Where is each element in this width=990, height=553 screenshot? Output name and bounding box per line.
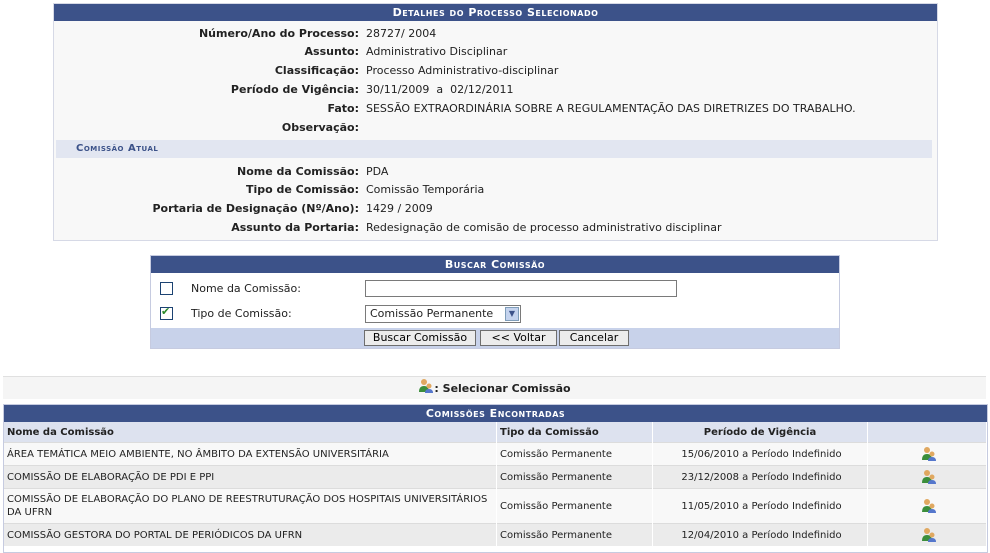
column-header-periodo: Período de Vigência: [652, 422, 868, 443]
nome-comissao-checkbox[interactable]: [160, 282, 173, 295]
cell-tipo: Comissão Permanente: [496, 523, 653, 546]
cell-nome: COMISSÃO DE ELABORAÇÃO DO PLANO DE REEST…: [4, 488, 497, 524]
cell-action: [867, 442, 987, 466]
cell-periodo: 11/05/2010 a Período Indefinido: [652, 488, 868, 524]
select-commission-icon[interactable]: [921, 445, 937, 464]
nome-comissao-input[interactable]: [365, 280, 677, 297]
commission-row-assunto-portaria: Assunto da Portaria: Redesignação de com…: [54, 219, 937, 237]
table-row: COMISSÃO DE ELABORAÇÃO DO PLANO DE REEST…: [4, 488, 987, 524]
detail-label: Período de Vigência:: [230, 83, 359, 96]
search-title: Buscar Comissão: [151, 256, 839, 273]
results-table-panel: Comissões Encontradas Nome da Comissão T…: [3, 404, 988, 553]
cell-nome: ÁREA TEMÁTICA MEIO AMBIENTE, NO ÂMBITO D…: [4, 442, 497, 466]
detail-value: 28727/ 2004: [366, 27, 437, 40]
nome-comissao-label: Nome da Comissão:: [191, 282, 301, 295]
tipo-comissao-label: Tipo de Comissão:: [191, 307, 292, 320]
select-commission-icon: [418, 377, 434, 401]
detail-label: Tipo de Comissão:: [245, 183, 359, 196]
detail-row-numero: Número/Ano do Processo: 28727/ 2004: [54, 25, 937, 43]
column-header-tipo: Tipo da Comissão: [496, 422, 653, 443]
table-header-row: Nome da Comissão Tipo da Comissão Períod…: [4, 422, 987, 443]
cell-tipo: Comissão Permanente: [496, 465, 653, 489]
detail-value: Processo Administrativo-disciplinar: [366, 64, 559, 77]
chevron-down-icon[interactable]: ▼: [505, 307, 519, 321]
detail-value: PDA: [366, 165, 389, 178]
results-table: Nome da Comissão Tipo da Comissão Períod…: [4, 422, 987, 546]
cell-periodo: 23/12/2008 a Período Indefinido: [652, 465, 868, 489]
cell-action: [867, 488, 987, 524]
buscar-comissao-button[interactable]: Buscar Comissão: [364, 330, 476, 346]
detail-row-periodo: Período de Vigência: 30/11/2009 a 02/12/…: [54, 81, 937, 99]
select-commission-icon[interactable]: [921, 497, 937, 516]
detail-value: 1429 / 2009: [366, 202, 433, 215]
tipo-comissao-select[interactable]: Comissão Permanente ▼: [365, 305, 521, 323]
cell-action: [867, 465, 987, 489]
commission-row-portaria: Portaria de Designação (Nº/Ano): 1429 / …: [54, 200, 937, 218]
column-header-nome: Nome da Comissão: [4, 422, 497, 443]
cell-periodo: 12/04/2010 a Período Indefinido: [652, 523, 868, 546]
detail-row-fato: Fato: SESSÃO EXTRAORDINÁRIA SOBRE A REGU…: [54, 100, 937, 118]
process-details-panel: Detalhes do Processo Selecionado Número/…: [53, 3, 938, 241]
detail-row-observacao: Observação:: [54, 119, 937, 137]
cell-periodo: 15/06/2010 a Período Indefinido: [652, 442, 868, 466]
detail-label: Classificação:: [274, 64, 359, 77]
select-commission-icon[interactable]: [921, 468, 937, 487]
select-commission-icon[interactable]: [921, 526, 937, 545]
current-commission-section-title: Comissão Atual: [56, 140, 932, 158]
detail-label: Nome da Comissão:: [237, 165, 359, 178]
search-button-bar: Buscar Comissão << Voltar Cancelar: [151, 328, 839, 348]
cell-nome: COMISSÃO GESTORA DO PORTAL DE PERIÓDICOS…: [4, 523, 497, 546]
table-row: ÁREA TEMÁTICA MEIO AMBIENTE, NO ÂMBITO D…: [4, 442, 987, 466]
commission-row-nome: Nome da Comissão: PDA: [54, 163, 937, 181]
cell-tipo: Comissão Permanente: [496, 488, 653, 524]
legend-bar: : Selecionar Comissão: [3, 376, 986, 399]
cell-action: [867, 523, 987, 546]
tipo-comissao-selected: Comissão Permanente: [370, 307, 494, 320]
detail-label: Número/Ano do Processo:: [198, 27, 359, 40]
legend-text: : Selecionar Comissão: [434, 382, 571, 395]
detail-row-classificacao: Classificação: Processo Administrativo-d…: [54, 62, 937, 80]
detail-value: Redesignação de comisão de processo admi…: [366, 221, 722, 234]
voltar-button[interactable]: << Voltar: [480, 330, 557, 346]
cell-tipo: Comissão Permanente: [496, 442, 653, 466]
cell-nome: COMISSÃO DE ELABORAÇÃO DE PDI E PPI: [4, 465, 497, 489]
table-row: COMISSÃO DE ELABORAÇÃO DE PDI E PPI Comi…: [4, 465, 987, 489]
cancelar-button[interactable]: Cancelar: [559, 330, 629, 346]
search-commission-form: Buscar Comissão Nome da Comissão: Tipo d…: [150, 255, 840, 349]
commission-row-tipo: Tipo de Comissão: Comissão Temporária: [54, 181, 937, 199]
detail-label: Fato:: [327, 102, 359, 115]
detail-value: SESSÃO EXTRAORDINÁRIA SOBRE A REGULAMENT…: [366, 102, 856, 115]
table-row: COMISSÃO GESTORA DO PORTAL DE PERIÓDICOS…: [4, 523, 987, 546]
detail-label: Observação:: [281, 121, 359, 134]
detail-value: 30/11/2009 a 02/12/2011: [366, 83, 514, 96]
details-title: Detalhes do Processo Selecionado: [54, 4, 937, 21]
tipo-comissao-checkbox[interactable]: [160, 305, 173, 320]
results-title: Comissões Encontradas: [4, 405, 987, 422]
detail-value: Comissão Temporária: [366, 183, 485, 196]
detail-label: Portaria de Designação (Nº/Ano):: [152, 202, 360, 215]
detail-row-assunto: Assunto: Administrativo Disciplinar: [54, 43, 937, 61]
column-header-actions: [867, 422, 987, 443]
detail-label: Assunto:: [304, 45, 359, 58]
detail-value: Administrativo Disciplinar: [366, 45, 508, 58]
detail-label: Assunto da Portaria:: [231, 221, 359, 234]
